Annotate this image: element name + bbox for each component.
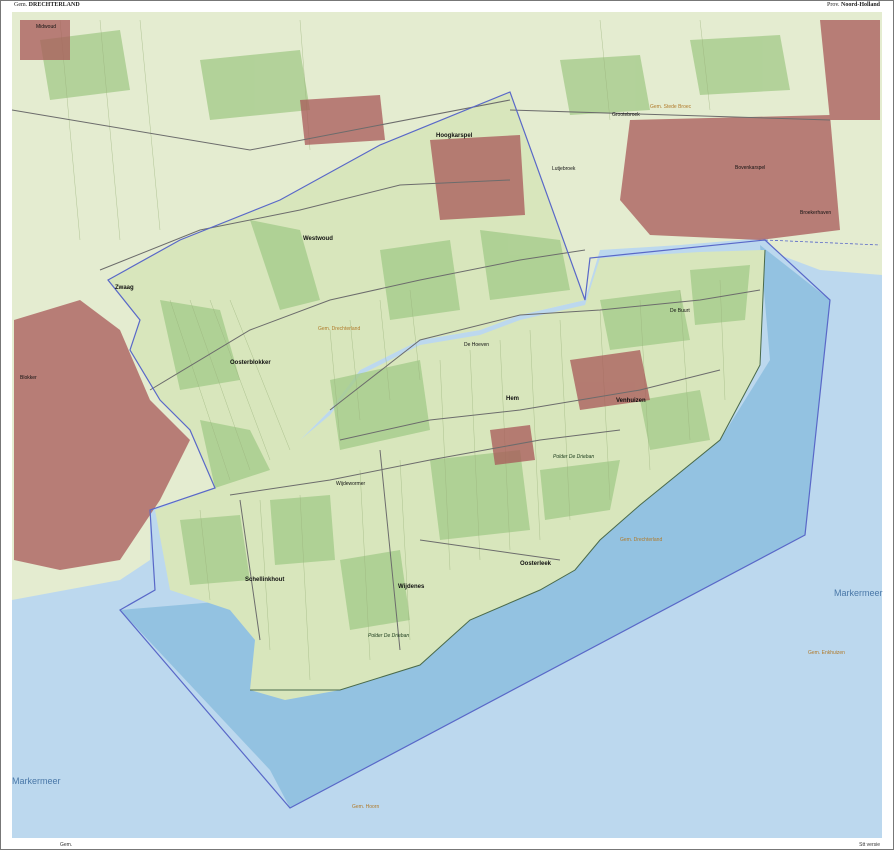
- label-wijdewormer: Wijdewormer: [336, 481, 366, 487]
- urban-hoogkarspel: [430, 135, 525, 220]
- label-gem-hoorn: Gem. Hoorn: [352, 804, 380, 810]
- label-de-hoeven: De Hoeven: [464, 342, 490, 348]
- label-schellinkhout: Schellinkhout: [245, 577, 285, 583]
- label-grootebroek: Grootebroek: [612, 112, 640, 118]
- label-wijdenes: Wijdenes: [398, 584, 425, 590]
- label-zwaag: Zwaag: [115, 285, 134, 291]
- header-right-prefix: Prov.: [827, 2, 840, 8]
- label-blokker: Blokker: [20, 375, 37, 381]
- municipality-title: DRECHTERLAND: [28, 2, 80, 8]
- label-westwoud: Westwoud: [303, 236, 333, 242]
- footer-right: Stt versie: [859, 842, 880, 848]
- label-hoogkarspel: Hoogkarspel: [436, 133, 473, 139]
- header-right: Prov. Noord-Holland: [827, 2, 880, 8]
- label-gem-stede-broec: Gem. Stede Broec: [650, 104, 692, 110]
- urban-bovenkarspel: [620, 115, 840, 240]
- label-oosterleek: Oosterleek: [520, 561, 552, 567]
- header-left: Gem. DRECHTERLAND: [14, 2, 80, 8]
- label-lutjebroek: Lutjebroek: [552, 166, 576, 172]
- label-oosterblokker: Oosterblokker: [230, 360, 271, 366]
- label-gem-drechterland-water: Gem. Drechterland: [620, 537, 663, 543]
- label-hem: Hem: [506, 396, 520, 402]
- label-broekerhaven: Broekerhaven: [800, 210, 832, 216]
- footer-left: Gem.: [60, 842, 73, 848]
- label-bovenkarspel: Bovenkarspel: [735, 165, 766, 171]
- label-gem-enkhuizen: Gem. Enkhuizen: [808, 650, 845, 656]
- label-midwoud: Midwoud: [36, 24, 57, 30]
- urban-enkhuizen-north: [820, 20, 880, 120]
- header-left-prefix: Gem.: [14, 2, 28, 8]
- label-polder-drieban-south: Polder De Drieban: [368, 633, 410, 639]
- province-title: Noord-Holland: [840, 2, 880, 8]
- label-gem-drechterland: Gem. Drechterland: [318, 326, 361, 332]
- label-de-buurt: De Buurt: [670, 308, 690, 314]
- label-polder-drieban-east: Polder De Drieban: [553, 454, 595, 460]
- topographic-map: [11, 12, 882, 838]
- label-markermeer-east: Markermeer: [834, 588, 883, 598]
- label-venhuizen: Venhuizen: [616, 398, 646, 404]
- label-markermeer-west: Markermeer: [12, 776, 61, 786]
